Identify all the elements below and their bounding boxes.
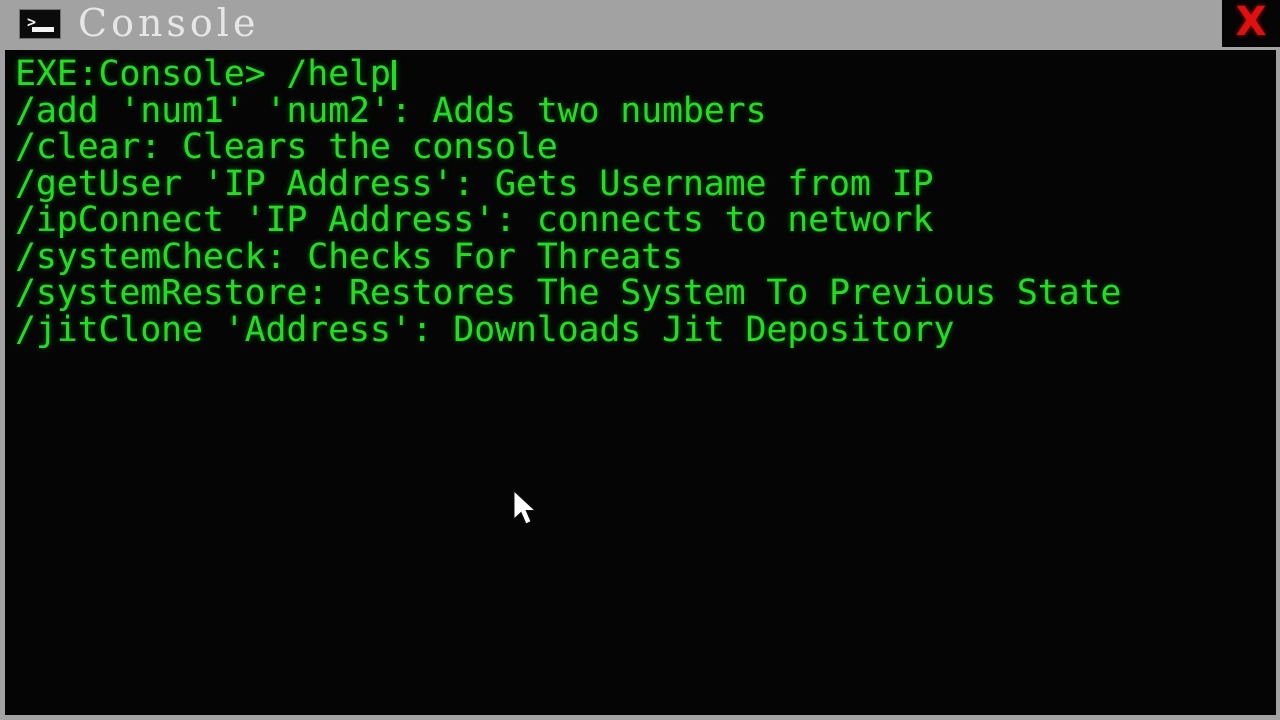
terminal-cursor-glyph <box>32 27 54 32</box>
text-caret <box>391 60 396 90</box>
console-output-line: /clear: Clears the console <box>15 127 558 167</box>
console-prompt-text: EXE:Console> /help <box>15 54 391 94</box>
console-screen[interactable]: EXE:Console> /help /add 'num1' 'num2': A… <box>5 50 1276 715</box>
console-output-line: /jitClone 'Address': Downloads Jit Depos… <box>15 309 955 350</box>
console-output-line: /systemRestore: Restores The System To P… <box>15 273 1122 313</box>
console-window: > Console X EXE:Console> /help /add 'num… <box>0 0 1280 720</box>
window-title: Console <box>78 1 260 45</box>
console-output-line: /systemCheck: Checks For Threats <box>15 236 683 277</box>
console-output-line: /add 'num1' 'num2': Adds two numbers <box>15 90 767 131</box>
console-output-line: /getUser 'IP Address': Gets Username fro… <box>15 163 934 204</box>
console-output-line: /ipConnect 'IP Address': connects to net… <box>15 200 934 240</box>
console-prompt-line: EXE:Console> /help <box>15 56 1276 93</box>
console-frame: EXE:Console> /help /add 'num1' 'num2': A… <box>0 47 1280 720</box>
terminal-prompt-icon: > <box>19 9 61 39</box>
arrow-cursor <box>513 490 537 525</box>
titlebar[interactable]: > Console X <box>0 0 1280 47</box>
close-button[interactable]: X <box>1222 0 1280 47</box>
